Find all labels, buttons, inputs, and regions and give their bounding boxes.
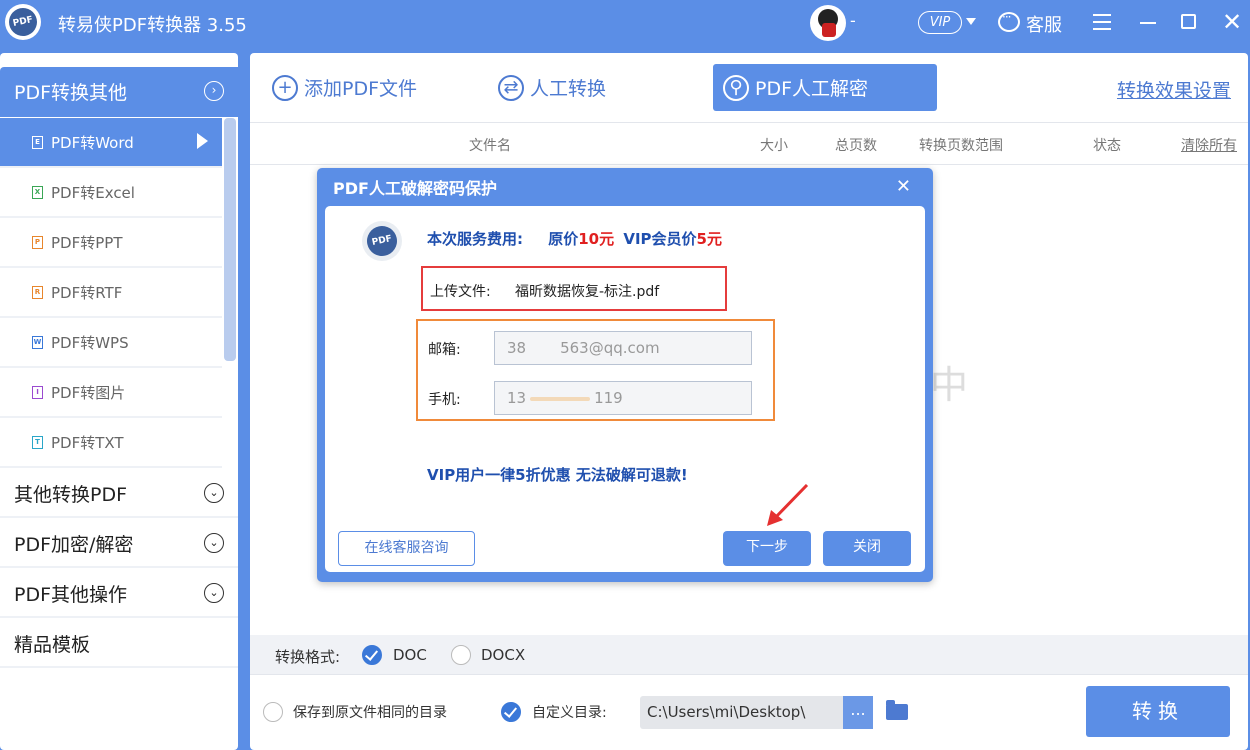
option-doc-label[interactable]: DOC bbox=[393, 646, 427, 664]
radio-doc[interactable] bbox=[362, 645, 382, 665]
plus-icon: + bbox=[272, 74, 298, 101]
user-avatar[interactable] bbox=[810, 5, 846, 41]
customer-service-icon[interactable] bbox=[998, 10, 1020, 32]
sidebar-item-label: PDF转PPT bbox=[51, 233, 123, 252]
dialog-close-icon[interactable]: ✕ bbox=[896, 176, 911, 197]
sidebar-item-6[interactable]: T PDF转TXT bbox=[0, 418, 222, 468]
sidebar-item-2[interactable]: P PDF转PPT bbox=[0, 218, 222, 268]
online-support-button[interactable]: 在线客服咨询 bbox=[338, 531, 475, 566]
next-step-button[interactable]: 下一步 bbox=[723, 531, 811, 566]
toolbar: + 添加PDF文件 ⇄ 人工转换 ⚲ PDF人工解密 转换效果设置 bbox=[250, 53, 1248, 123]
background-hint-text: 中 bbox=[930, 363, 969, 407]
sidebar-scrollbar[interactable] bbox=[224, 118, 236, 361]
decrypt-dialog: PDF人工破解密码保护 ✕ PDF 本次服务费用: 原价10元 VIP会员价5元… bbox=[317, 168, 933, 582]
sidebar-section-label: PDF转换其他 bbox=[14, 82, 128, 104]
customer-service-label[interactable]: 客服 bbox=[1026, 11, 1062, 37]
file-type-icon: I bbox=[32, 385, 43, 399]
vip-dropdown-caret-icon[interactable] bbox=[966, 18, 976, 25]
app-logo: PDF bbox=[5, 4, 41, 40]
sidebar-item-label: PDF转WPS bbox=[51, 333, 129, 352]
browse-path-button[interactable]: ... bbox=[843, 696, 873, 729]
sidebar-item-label: PDF转Excel bbox=[51, 183, 135, 202]
email-field[interactable]: 38 563@qq.com bbox=[494, 331, 752, 365]
conversion-settings-link[interactable]: 转换效果设置 bbox=[1117, 76, 1231, 103]
radio-custom-directory[interactable] bbox=[501, 702, 521, 722]
output-path-field[interactable]: C:\Users\mi\Desktop\ bbox=[640, 696, 843, 729]
dialog-body: PDF 本次服务费用: 原价10元 VIP会员价5元 上传文件: 福昕数据恢复-… bbox=[325, 206, 925, 572]
sidebar-item-label: PDF转图片 bbox=[51, 383, 126, 402]
fee-vip-price: 5元 bbox=[696, 230, 722, 248]
manual-decrypt-button[interactable]: ⚲ PDF人工解密 bbox=[713, 64, 937, 111]
radio-same-directory[interactable] bbox=[263, 702, 283, 722]
close-window-icon[interactable]: ✕ bbox=[1219, 9, 1245, 35]
sidebar-item-label: PDF转RTF bbox=[51, 283, 123, 302]
col-size: 大小 bbox=[760, 138, 788, 154]
col-status: 状态 bbox=[1093, 138, 1121, 154]
sidebar-items: E PDF转Word X PDF转Excel P PDF转PPT R PDF转RTF W PDF转… bbox=[0, 118, 222, 468]
option-docx-label[interactable]: DOCX bbox=[481, 646, 525, 664]
sidebar-item-3[interactable]: R PDF转RTF bbox=[0, 268, 222, 318]
file-type-icon: R bbox=[32, 285, 43, 299]
swap-icon: ⇄ bbox=[498, 74, 524, 101]
folder-icon[interactable] bbox=[886, 700, 908, 720]
dialog-close-button[interactable]: 关闭 bbox=[823, 531, 911, 566]
service-fee-text: 本次服务费用: 原价10元 VIP会员价5元 bbox=[427, 230, 722, 248]
sidebar-category-other-ops[interactable]: PDF其他操作 ⌄ bbox=[0, 568, 238, 618]
file-type-icon: P bbox=[32, 235, 43, 249]
phone-label: 手机: bbox=[428, 392, 461, 408]
upload-label: 上传文件: bbox=[430, 284, 491, 300]
title-bar: PDF 转易侠PDF转换器 3.55 - VIP 客服 ✕ bbox=[0, 0, 1250, 46]
sidebar-category-templates[interactable]: 精品模板 bbox=[0, 618, 238, 668]
sidebar-item-4[interactable]: W PDF转WPS bbox=[0, 318, 222, 368]
format-label: 转换格式: bbox=[275, 648, 341, 666]
chevron-down-icon: ⌄ bbox=[204, 583, 224, 603]
chevron-down-icon: ⌄ bbox=[204, 533, 224, 553]
file-type-icon: W bbox=[32, 335, 43, 349]
chevron-right-icon[interactable]: › bbox=[204, 81, 224, 101]
phone-field[interactable]: 13 119 bbox=[494, 381, 752, 415]
vip-badge[interactable]: VIP bbox=[918, 11, 962, 34]
col-page-range: 转换页数范围 bbox=[919, 138, 1003, 154]
sidebar-item-label: PDF转Word bbox=[51, 133, 134, 152]
vip-discount-note: VIP用户一律5折优惠 无法破解可退款! bbox=[427, 466, 688, 484]
file-type-icon: X bbox=[32, 185, 43, 199]
user-name[interactable]: - bbox=[850, 11, 856, 30]
sidebar-category-other-to-pdf[interactable]: 其他转换PDF ⌄ bbox=[0, 468, 238, 518]
file-type-icon: T bbox=[32, 435, 43, 449]
radio-docx[interactable] bbox=[451, 645, 471, 665]
dialog-logo: PDF bbox=[362, 221, 402, 261]
add-pdf-button[interactable]: + 添加PDF文件 bbox=[262, 64, 432, 111]
maximize-icon[interactable] bbox=[1175, 9, 1201, 35]
sidebar: PDF转换其他 › E PDF转Word X PDF转Excel P PDF转PPT R PD… bbox=[0, 53, 238, 750]
same-directory-label[interactable]: 保存到原文件相同的目录 bbox=[293, 702, 447, 722]
sidebar-item-0[interactable]: E PDF转Word bbox=[0, 118, 222, 168]
convert-button[interactable]: 转换 bbox=[1086, 686, 1230, 737]
contact-info-box: 邮箱: 38 563@qq.com 手机: 13 119 bbox=[416, 319, 775, 421]
chevron-down-icon: ⌄ bbox=[204, 483, 224, 503]
app-title: 转易侠PDF转换器 3.55 bbox=[58, 15, 247, 36]
sidebar-item-label: PDF转TXT bbox=[51, 433, 124, 452]
menu-icon[interactable] bbox=[1089, 9, 1115, 35]
minimize-icon[interactable] bbox=[1135, 9, 1161, 35]
sidebar-item-1[interactable]: X PDF转Excel bbox=[0, 168, 222, 218]
col-filename: 文件名 bbox=[469, 138, 511, 154]
col-pages: 总页数 bbox=[835, 138, 877, 154]
file-table-header: 文件名 大小 总页数 转换页数范围 状态 清除所有 bbox=[250, 123, 1248, 165]
sidebar-item-5[interactable]: I PDF转图片 bbox=[0, 368, 222, 418]
upload-file-name: 福昕数据恢复-标注.pdf bbox=[515, 284, 660, 300]
manual-convert-button[interactable]: ⇄ 人工转换 bbox=[488, 64, 628, 111]
fee-original-price: 10元 bbox=[578, 230, 615, 248]
sidebar-section-pdf-to-other[interactable]: PDF转换其他 › bbox=[0, 67, 238, 117]
file-type-icon: E bbox=[32, 135, 43, 149]
email-label: 邮箱: bbox=[428, 342, 461, 358]
key-icon: ⚲ bbox=[723, 74, 749, 101]
clear-all-link[interactable]: 清除所有 bbox=[1181, 135, 1237, 155]
format-bar: 转换格式: DOC DOCX bbox=[250, 635, 1248, 675]
red-arrow-annotation bbox=[767, 484, 809, 526]
dialog-title: PDF人工破解密码保护 bbox=[333, 179, 497, 198]
upload-file-box: 上传文件: 福昕数据恢复-标注.pdf bbox=[421, 266, 727, 311]
sidebar-category-encrypt[interactable]: PDF加密/解密 ⌄ bbox=[0, 518, 238, 568]
custom-directory-label[interactable]: 自定义目录: bbox=[532, 702, 607, 722]
arrow-right-icon bbox=[197, 133, 208, 149]
